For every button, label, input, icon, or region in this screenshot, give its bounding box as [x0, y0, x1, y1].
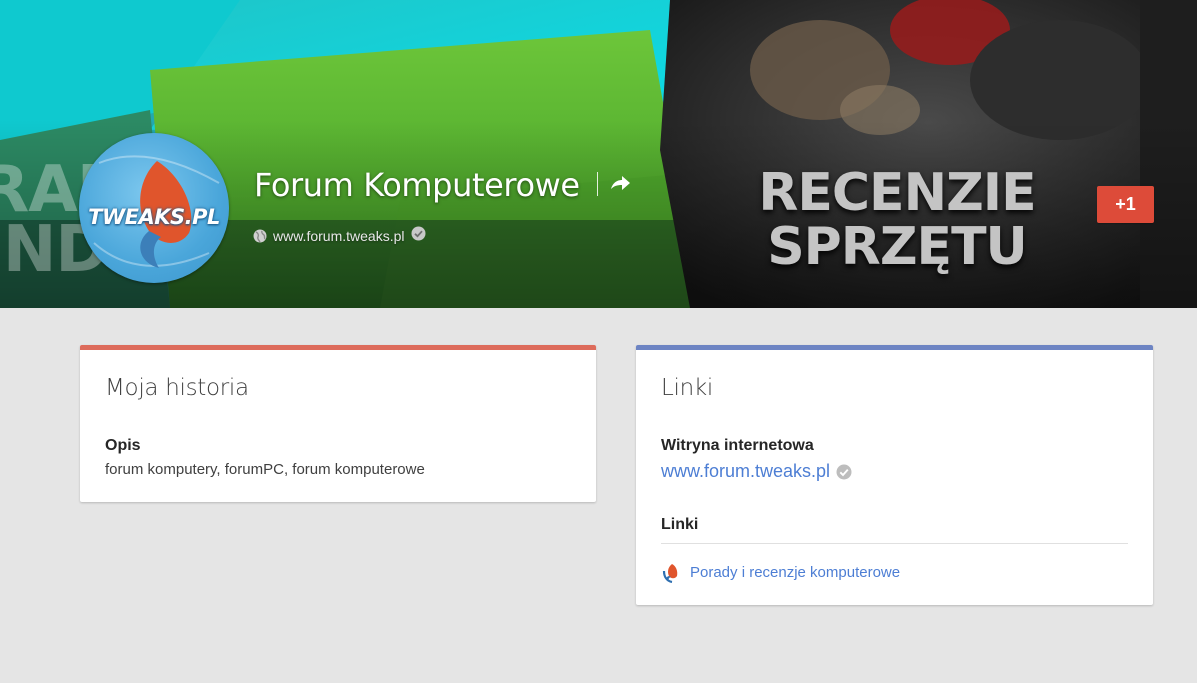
profile-website-link[interactable]: www.forum.tweaks.pl [273, 228, 404, 244]
story-card-accent [80, 345, 596, 350]
link-item[interactable]: Porady i recenzje komputerowe [661, 562, 900, 583]
link-item-label[interactable]: Porady i recenzje komputerowe [690, 564, 900, 581]
description-label: Opis [105, 437, 141, 454]
description-text: forum komputery, forumPC, forum komputer… [105, 461, 425, 478]
profile-website-row[interactable]: www.forum.tweaks.pl [253, 226, 426, 246]
share-button[interactable] [606, 170, 634, 198]
story-card: Moja historia Opis forum komputery, foru… [80, 345, 596, 502]
cover-caption-right-line1: RECENZIE [758, 163, 1036, 223]
website-link-text[interactable]: www.forum.tweaks.pl [661, 461, 830, 482]
profile-avatar[interactable]: TWEAKS.PL [79, 133, 229, 283]
title-divider [597, 172, 598, 196]
globe-icon [253, 229, 267, 243]
website-label: Witryna internetowa [661, 437, 814, 454]
links-divider [661, 543, 1128, 544]
cover-caption-right: RECENZIE SPRZĘTU [752, 166, 1042, 274]
links-card-accent [636, 345, 1153, 350]
verified-check-icon [411, 226, 426, 240]
cover-caption-right-line2: SPRZĘTU [767, 217, 1028, 277]
website-link[interactable]: www.forum.tweaks.pl [661, 461, 852, 482]
avatar-brand-text: TWEAKS.PL [88, 205, 220, 229]
page-title: Forum Komputerowe [254, 166, 580, 204]
links-section-label: Linki [661, 516, 699, 533]
share-icon [611, 176, 630, 190]
tweaks-logo-icon [661, 562, 682, 583]
links-card: Linki Witryna internetowa www.forum.twea… [636, 345, 1153, 605]
verified-check-icon [836, 464, 852, 479]
links-card-title: Linki [661, 375, 713, 401]
plus-one-button[interactable]: +1 [1097, 186, 1154, 223]
story-card-title: Moja historia [105, 375, 249, 401]
